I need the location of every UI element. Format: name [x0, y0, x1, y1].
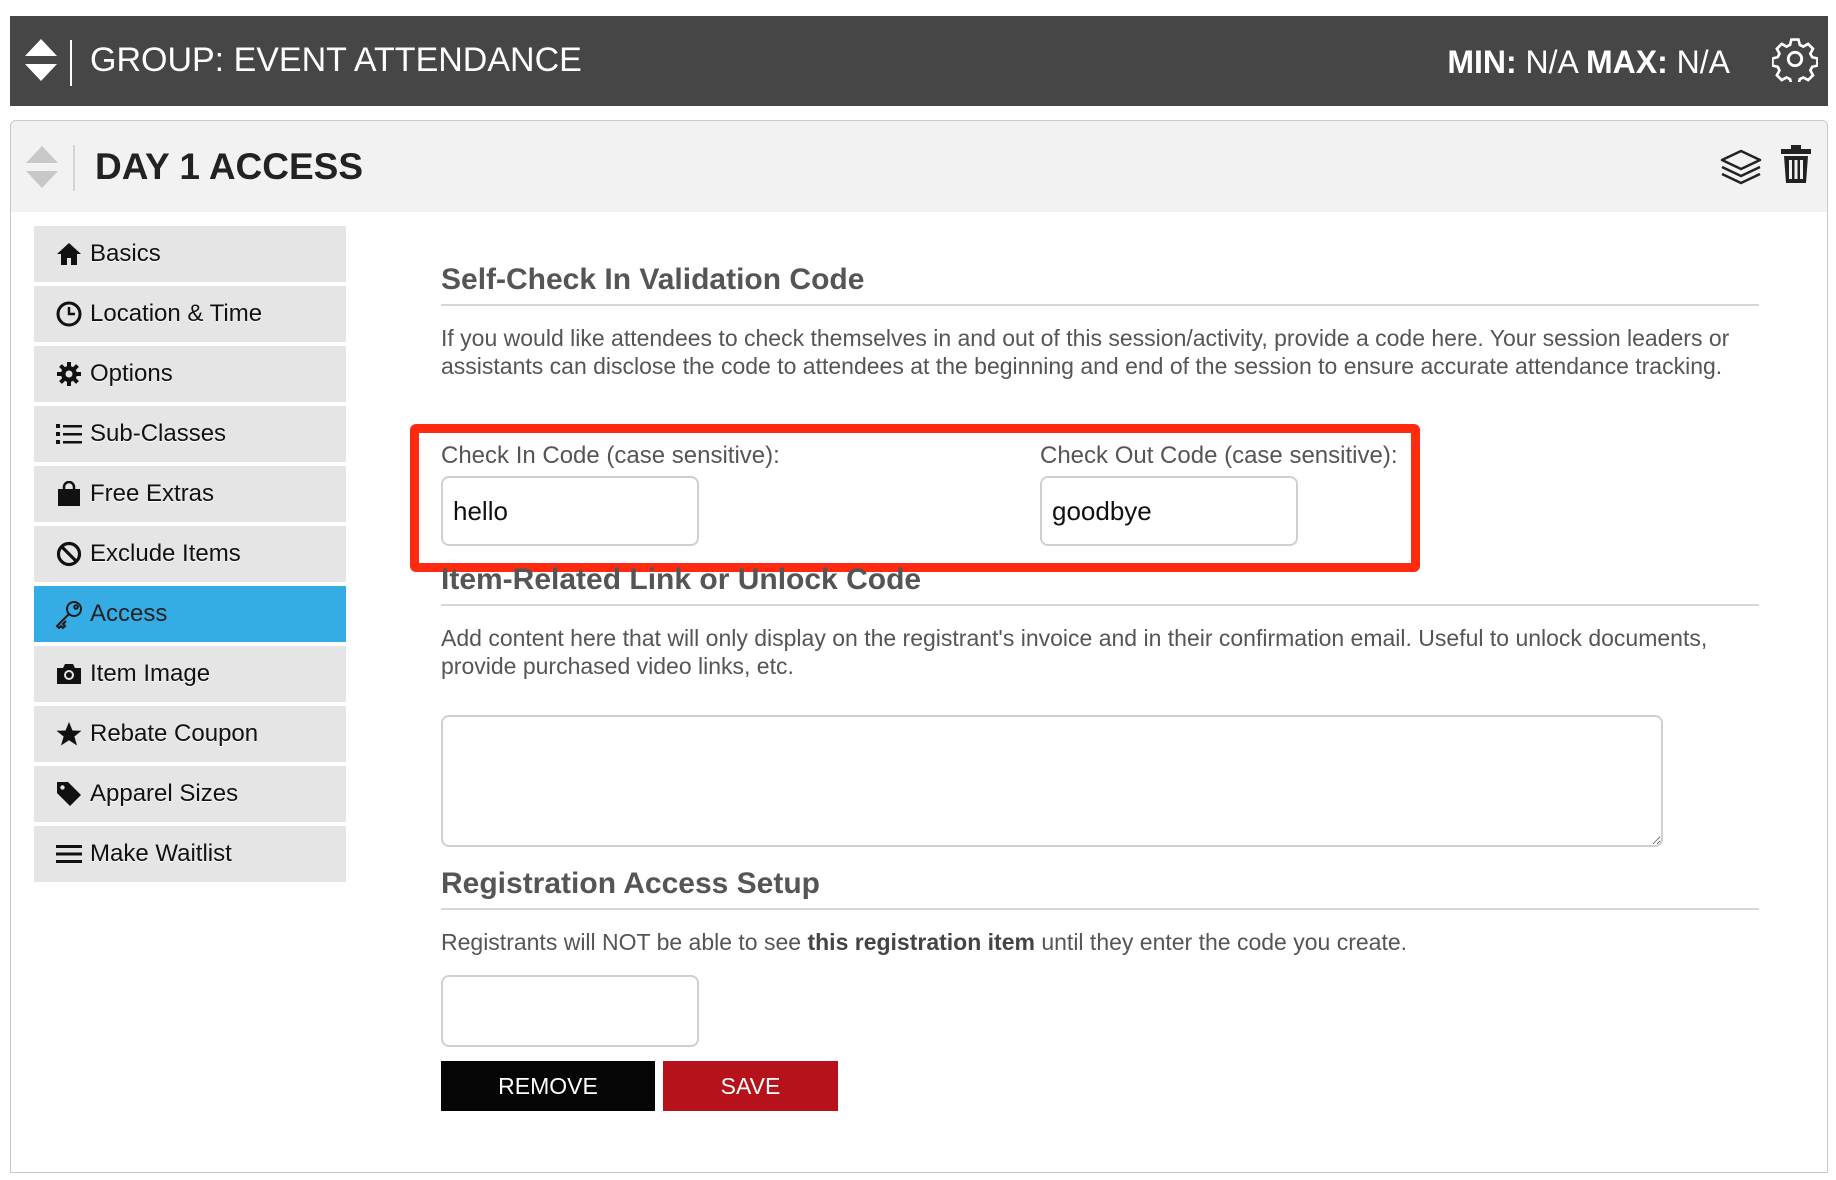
section-heading: Item-Related Link or Unlock Code: [441, 562, 1759, 606]
sidebar-item-exclude-items[interactable]: Exclude Items: [34, 526, 346, 582]
check-in-group: Check In Code (case sensitive):: [441, 442, 780, 546]
sidebar-item-apparel-sizes[interactable]: Apparel Sizes: [34, 766, 346, 822]
unlock-content-textarea[interactable]: [441, 715, 1663, 847]
remove-code-button[interactable]: REMOVE CODE: [441, 1061, 655, 1149]
list-icon: [54, 419, 84, 449]
bars-icon: [54, 839, 84, 869]
star-icon: [54, 719, 84, 749]
max-value: N/A: [1676, 44, 1730, 80]
sidebar-item-label: Item Image: [90, 660, 211, 687]
divider: [70, 40, 72, 86]
sidebar-item-label: Sub-Classes: [90, 420, 227, 447]
group-title: GROUP: EVENT ATTENDANCE: [90, 41, 582, 79]
check-in-code-input[interactable]: [441, 476, 699, 546]
desc-text: until they enter the code you create.: [1034, 929, 1408, 955]
sidebar-item-rebate-coupon[interactable]: Rebate Coupon: [34, 706, 346, 762]
key-icon: [54, 599, 84, 629]
sort-icon[interactable]: [25, 144, 59, 195]
section-description: Add content here that will only display …: [441, 625, 1708, 679]
registration-code-input[interactable]: [441, 975, 699, 1047]
sidebar-item-label: Make Waitlist: [90, 840, 232, 867]
check-out-code-input[interactable]: [1040, 476, 1298, 546]
gear-icon[interactable]: [1771, 36, 1819, 87]
home-icon: [54, 239, 84, 269]
check-out-label: Check Out Code (case sensitive):: [1040, 442, 1398, 469]
sidebar-item-label: Rebate Coupon: [90, 720, 259, 747]
validation-codes: Check In Code (case sensitive): Check Ou…: [410, 424, 1420, 572]
sidebar-item-label: Exclude Items: [90, 540, 241, 567]
section-heading: Self-Check In Validation Code: [441, 262, 1759, 306]
sidebar-item-sub-classes[interactable]: Sub-Classes: [34, 406, 346, 462]
tag-icon: [54, 779, 84, 809]
ban-icon: [54, 539, 84, 569]
sidebar-item-item-image[interactable]: Item Image: [34, 646, 346, 702]
self-check-section: Self-Check In Validation Code If you wou…: [441, 262, 1759, 380]
trash-icon[interactable]: [1779, 143, 1813, 190]
sidebar-item-label: Apparel Sizes: [90, 780, 239, 807]
desc-text: Registrants will NOT be able to see: [441, 929, 808, 955]
clock-icon: [54, 299, 84, 329]
sidebar-item-make-waitlist[interactable]: Make Waitlist: [34, 826, 346, 882]
save-code-button[interactable]: SAVE CODE: [663, 1061, 838, 1149]
section-description: Registrants will NOT be able to see this…: [441, 928, 1759, 956]
sidebar-item-label: Free Extras: [90, 480, 215, 507]
desc-bold: this registration item: [807, 929, 1035, 955]
section-description: If you would like attendees to check the…: [441, 325, 1730, 379]
check-in-label: Check In Code (case sensitive):: [441, 442, 780, 469]
sidebar-item-label: Access: [90, 600, 168, 627]
item-title: DAY 1 ACCESS: [95, 146, 364, 187]
min-max-info: MIN: N/A MAX: N/A: [1447, 40, 1730, 84]
sidebar: Basics Location & Time Options Sub-Class…: [34, 226, 346, 886]
registration-section: Registration Access Setup Registrants wi…: [441, 866, 1759, 956]
group-header: GROUP: EVENT ATTENDANCE MIN: N/A MAX: N/…: [10, 16, 1828, 106]
divider: [73, 145, 75, 191]
sidebar-item-label: Location & Time: [90, 300, 263, 327]
max-label: MAX:: [1586, 44, 1668, 80]
sidebar-item-label: Basics: [90, 240, 161, 267]
layers-icon[interactable]: [1719, 147, 1763, 192]
sidebar-item-options[interactable]: Options: [34, 346, 346, 402]
sidebar-item-location-time[interactable]: Location & Time: [34, 286, 346, 342]
camera-icon: [54, 659, 84, 689]
sidebar-item-basics[interactable]: Basics: [34, 226, 346, 282]
sidebar-item-access[interactable]: Access: [34, 586, 346, 642]
shopping-bag-icon: [54, 479, 84, 509]
check-out-group: Check Out Code (case sensitive):: [1040, 442, 1397, 546]
min-value: N/A: [1525, 44, 1578, 80]
sort-icon[interactable]: [24, 37, 58, 88]
link-section: Item-Related Link or Unlock Code Add con…: [441, 562, 1759, 680]
sidebar-item-free-extras[interactable]: Free Extras: [34, 466, 346, 522]
gear-icon: [54, 359, 84, 389]
item-header: DAY 1 ACCESS: [10, 120, 1828, 214]
min-label: MIN:: [1447, 44, 1517, 80]
sidebar-item-label: Options: [90, 360, 173, 387]
section-heading: Registration Access Setup: [441, 866, 1759, 910]
